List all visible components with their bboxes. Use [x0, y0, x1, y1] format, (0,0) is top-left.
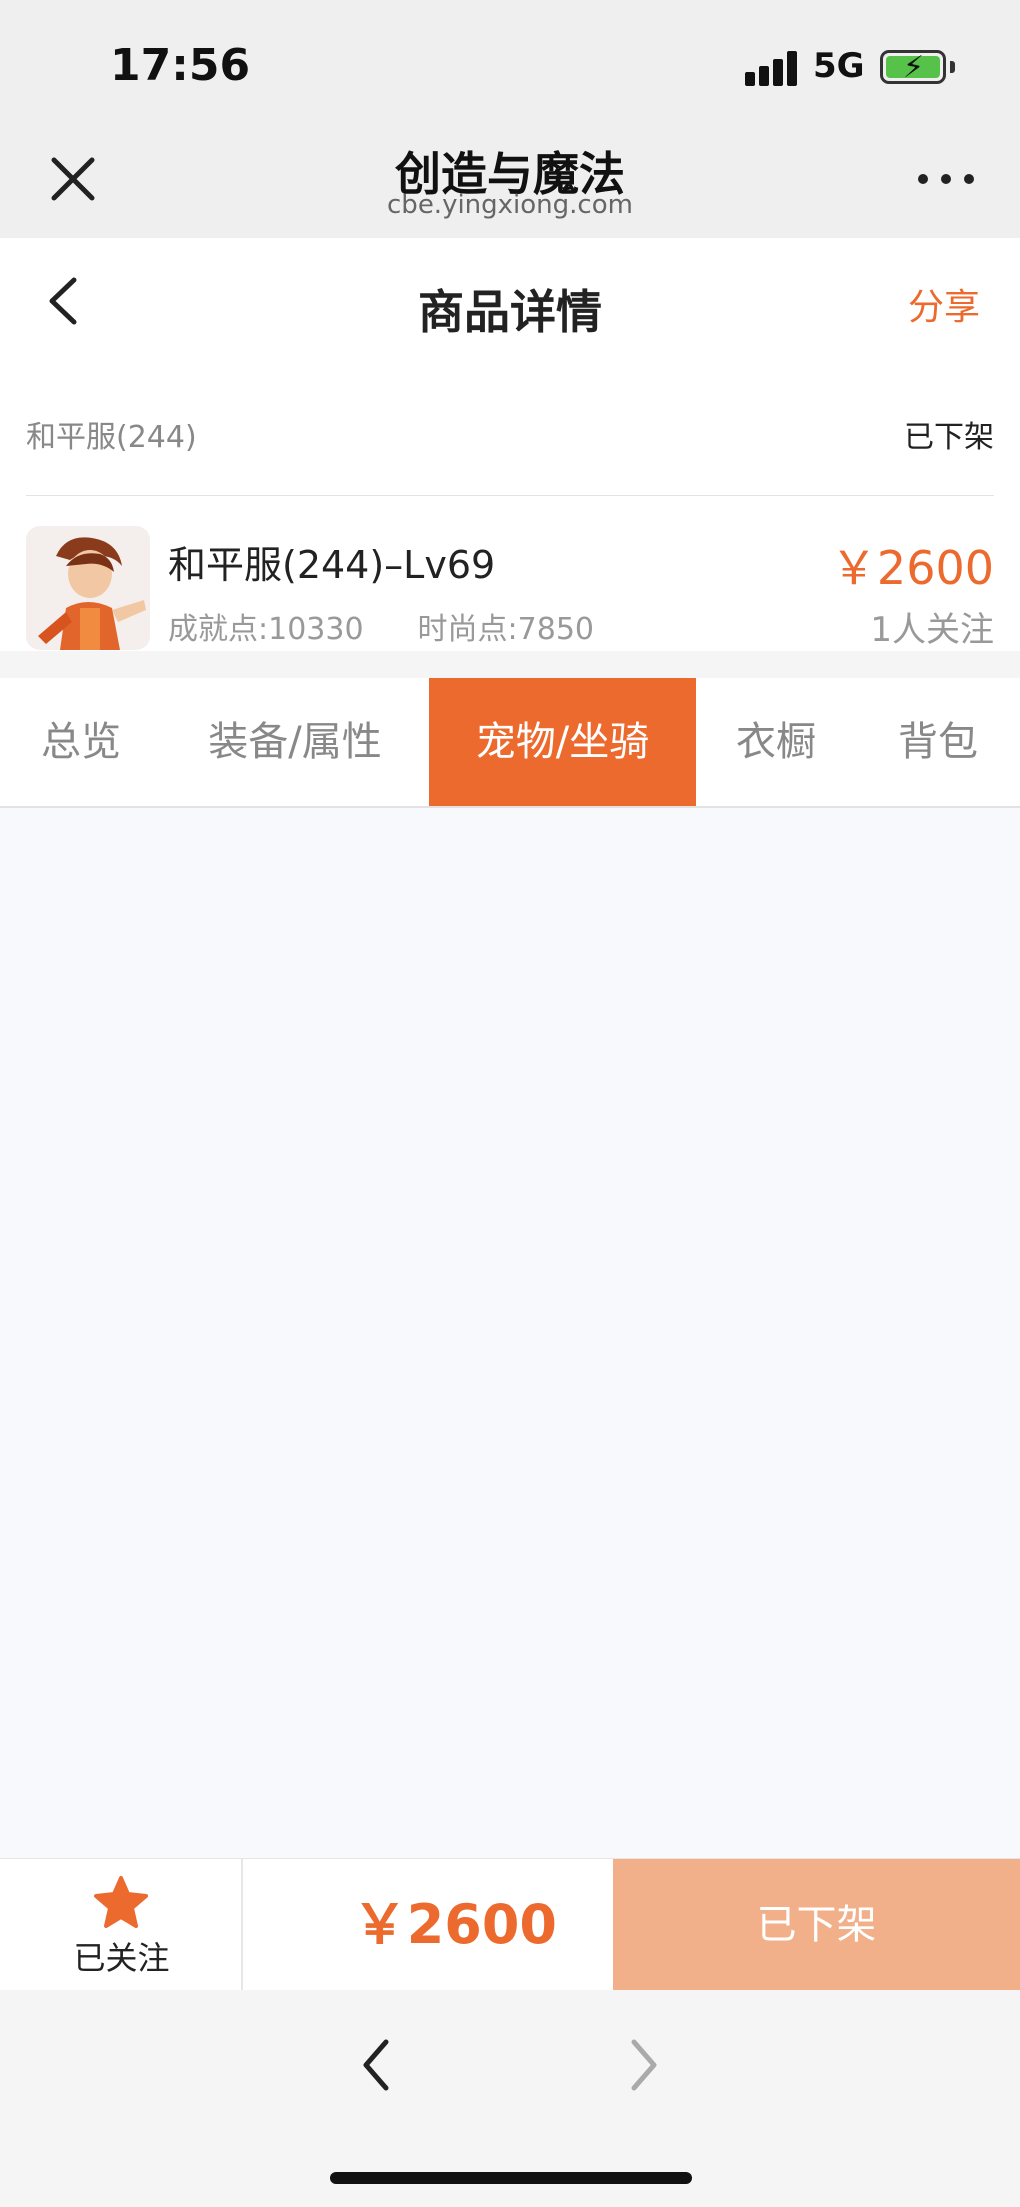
action-bar: 已关注 ￥2600 已下架	[0, 1858, 1020, 1991]
status-bar: 17:56 5G ⚡	[0, 0, 1020, 118]
product-stats: 成就点:10330 时尚点:7850	[168, 604, 594, 648]
follower-count: 1人关注	[870, 610, 994, 650]
chevron-left-icon[interactable]	[356, 2032, 400, 2098]
status-time: 17:56	[110, 40, 251, 91]
more-icon[interactable]	[918, 170, 974, 190]
product-name: 和平服(244)–Lv69	[168, 543, 496, 587]
server-name: 和平服(244)	[26, 420, 197, 455]
webview-url: cbe.yingxiong.com	[387, 190, 633, 220]
home-indicator	[330, 2172, 692, 2184]
off-shelf-button[interactable]: 已下架	[613, 1859, 1020, 1991]
star-icon	[93, 1875, 149, 1929]
tab-backpack[interactable]: 背包	[856, 678, 1020, 806]
page-title: 商品详情	[418, 285, 602, 339]
achievement-points: 成就点:10330	[168, 612, 364, 647]
fashion-points: 时尚点:7850	[417, 612, 595, 647]
listing-status: 已下架	[904, 420, 994, 455]
tab-equipment[interactable]: 装备/属性	[162, 678, 428, 806]
page: 17:56 5G ⚡ 创造与魔法 cbe.yingxiong.com 商品详情 …	[0, 0, 1020, 2207]
signal-icon	[745, 50, 799, 86]
battery-cap	[950, 61, 955, 73]
webview-bar: 创造与魔法 cbe.yingxiong.com	[0, 118, 1020, 238]
tab-pets-mounts[interactable]: 宠物/坐骑	[429, 678, 696, 806]
battery-charging-icon: ⚡	[880, 50, 946, 85]
character-avatar	[26, 526, 150, 650]
server-row: 和平服(244) 已下架	[0, 368, 1020, 497]
follow-button[interactable]: 已关注	[0, 1859, 243, 1991]
bottom-price: ￥2600	[352, 1893, 557, 1956]
tab-content	[0, 808, 1020, 1858]
tab-overview[interactable]: 总览	[0, 678, 162, 806]
product-price: ￥2600	[830, 541, 994, 595]
follow-label: 已关注	[73, 1939, 170, 1977]
browser-nav	[0, 1990, 1020, 2207]
product-summary: 和平服(244)–Lv69 成就点:10330 时尚点:7850 ￥2600 1人…	[0, 496, 1020, 651]
tab-wardrobe[interactable]: 衣橱	[696, 678, 856, 806]
share-button[interactable]: 分享	[908, 278, 980, 330]
tab-bar: 总览 装备/属性 宠物/坐骑 衣橱 背包	[0, 678, 1020, 808]
network-type: 5G	[813, 46, 865, 86]
chevron-right-icon[interactable]	[620, 2032, 664, 2098]
app-header: 商品详情 分享	[0, 238, 1020, 368]
